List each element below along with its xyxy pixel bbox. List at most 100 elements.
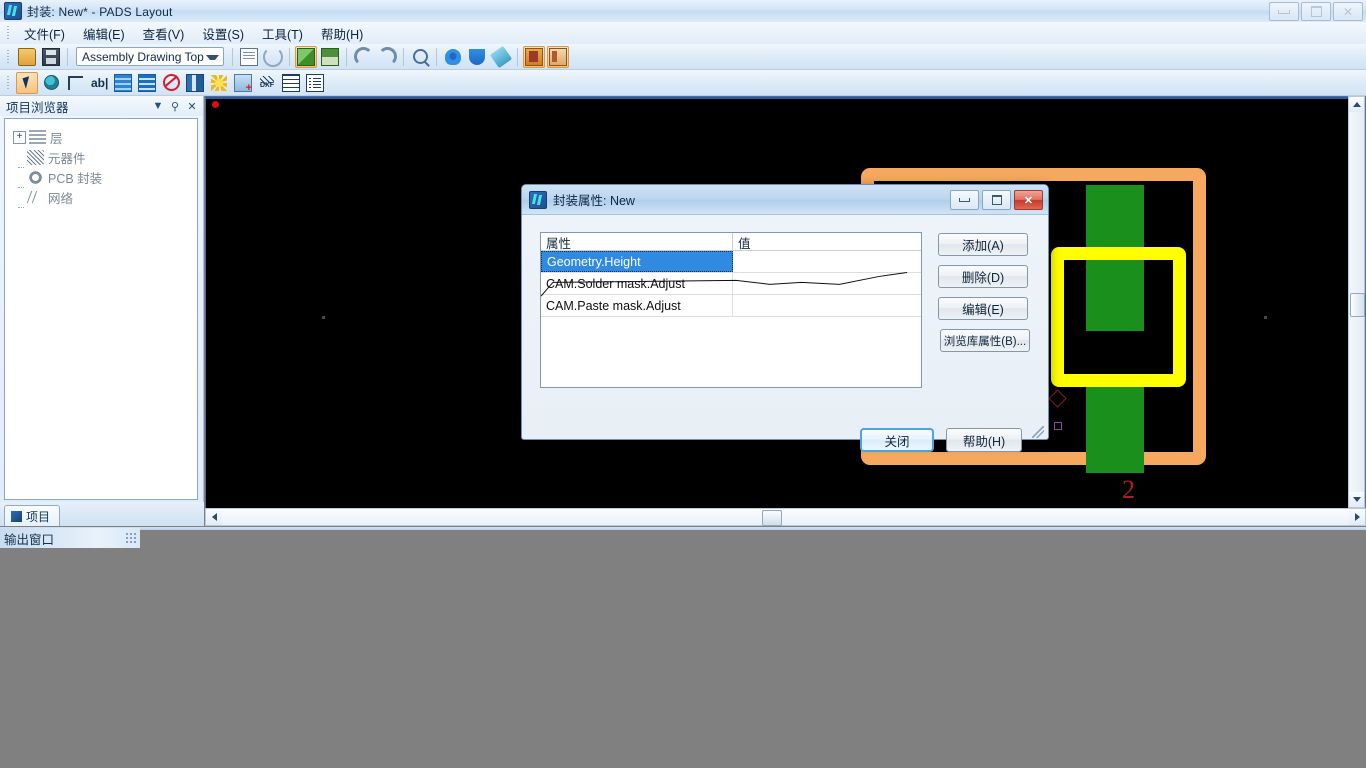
minimize-button[interactable] xyxy=(1269,2,1299,21)
maximize-button[interactable] xyxy=(1301,2,1331,21)
properties-button[interactable] xyxy=(238,46,260,68)
grid-icon xyxy=(282,73,300,92)
menu-file[interactable]: 文件(F) xyxy=(15,22,74,45)
project-browser-tree: + 层 元器件 PCB 封装 网络 xyxy=(4,118,198,500)
save-file-icon xyxy=(42,47,60,66)
redraw-button[interactable] xyxy=(489,45,513,68)
output-window-grip[interactable] xyxy=(125,532,136,543)
close-dialog-button[interactable]: 关闭 xyxy=(860,428,934,452)
attribute-value[interactable] xyxy=(733,251,921,272)
no-entry-button[interactable] xyxy=(160,72,182,94)
library-button[interactable] xyxy=(184,72,206,94)
toolbar-separator xyxy=(289,47,290,66)
pan-button[interactable] xyxy=(442,46,464,68)
vertical-scrollbar[interactable] xyxy=(1348,96,1365,508)
menu-help[interactable]: 帮助(H) xyxy=(312,22,372,45)
spin-button[interactable] xyxy=(40,72,62,94)
open-file-button[interactable] xyxy=(16,46,38,68)
menu-setup[interactable]: 设置(S) xyxy=(193,22,253,45)
pour-manager-icon xyxy=(297,47,315,66)
tree-item-layers[interactable]: + 层 xyxy=(13,127,197,147)
menu-edit[interactable]: 编辑(E) xyxy=(74,22,134,45)
close-button[interactable]: ✕ xyxy=(1333,2,1363,21)
text-tool-button[interactable]: ab| xyxy=(88,72,110,94)
scroll-down-button[interactable] xyxy=(1349,492,1364,507)
edit-attribute-button[interactable]: 编辑(E) xyxy=(938,297,1028,320)
dialog-window-controls: ✕ xyxy=(950,190,1043,210)
attribute-name: CAM.Paste mask.Adjust xyxy=(541,295,733,316)
select-tool-button[interactable] xyxy=(16,71,38,94)
table-row[interactable]: CAM.Solder mask.Adjust xyxy=(541,273,921,295)
save-file-button[interactable] xyxy=(40,46,62,68)
tree-item-components[interactable]: 元器件 xyxy=(13,147,197,168)
attribute-name: Geometry.Height xyxy=(541,251,733,272)
table-row[interactable]: Geometry.Height xyxy=(541,251,921,273)
grid-dot xyxy=(322,316,325,319)
layer-bars-alt-button[interactable] xyxy=(136,72,158,94)
horizontal-scroll-thumb[interactable] xyxy=(762,510,782,526)
tab-project[interactable]: 项目 xyxy=(4,505,61,526)
plane-layer-button[interactable] xyxy=(319,46,341,68)
layer-bars-icon xyxy=(114,73,132,92)
dialog-close-button[interactable]: ✕ xyxy=(1014,190,1043,210)
delete-attribute-button[interactable]: 删除(D) xyxy=(938,265,1028,288)
project-browser-panel: 项目浏览器 ▼ ⚲ ✕ + 层 元器件 PCB 封装 网络 项目 xyxy=(0,96,204,526)
refresh-icon xyxy=(263,46,283,67)
toggle-browser-button[interactable] xyxy=(547,45,569,68)
grid-button[interactable] xyxy=(280,72,302,94)
toggle-panel-button[interactable] xyxy=(523,45,545,68)
scroll-left-button[interactable] xyxy=(206,509,222,525)
window-controls: ✕ xyxy=(1269,2,1363,21)
help-button[interactable]: 帮助(H) xyxy=(946,428,1022,452)
browser-menu-button[interactable]: ▼ xyxy=(151,99,165,113)
pour-manager-button[interactable] xyxy=(295,45,317,68)
pcb-decal-icon xyxy=(27,169,44,185)
zoom-button[interactable] xyxy=(409,46,431,68)
vertical-scroll-thumb[interactable] xyxy=(1350,293,1365,317)
layer-select[interactable]: Assembly Drawing Top xyxy=(76,47,224,66)
pin-icon[interactable]: ⚲ xyxy=(168,99,182,113)
chevron-down-icon xyxy=(1352,497,1361,502)
dxf-export-button[interactable]: DXF xyxy=(256,72,278,94)
attribute-value[interactable] xyxy=(733,273,921,294)
tree-item-nets[interactable]: 网络 xyxy=(13,187,197,208)
browse-library-properties-button[interactable]: 浏览库属性(B)... xyxy=(940,329,1030,352)
undo-icon xyxy=(353,47,373,66)
dialog-resize-grip[interactable] xyxy=(1032,426,1044,438)
menu-view[interactable]: 查看(V) xyxy=(134,22,194,45)
redraw-icon xyxy=(489,45,513,68)
rotate-view-button[interactable] xyxy=(466,46,488,68)
library-icon xyxy=(186,73,204,92)
output-window-bar[interactable]: 输出窗口 xyxy=(0,528,140,548)
dialog-title: 封装属性: New xyxy=(553,194,635,208)
dialog-minimize-button[interactable] xyxy=(950,190,979,210)
close-panel-button[interactable]: ✕ xyxy=(185,99,199,113)
tree-item-pcb-decals[interactable]: PCB 封装 xyxy=(13,167,197,188)
chevron-down-icon xyxy=(206,54,219,60)
undo-button[interactable] xyxy=(352,46,374,68)
list-button[interactable] xyxy=(304,72,326,94)
toolbar-grip[interactable] xyxy=(5,74,12,91)
redo-button[interactable] xyxy=(376,46,398,68)
measure-button[interactable] xyxy=(232,72,254,94)
scroll-right-button[interactable] xyxy=(1349,509,1365,525)
application-window: 封装: New* - PADS Layout ✕ 文件(F) 编辑(E) 查看(… xyxy=(0,0,1366,768)
pick-tool-button[interactable] xyxy=(64,72,86,94)
layer-bars-alt-icon xyxy=(138,73,156,92)
dialog-maximize-button[interactable] xyxy=(982,190,1011,210)
expand-icon[interactable]: + xyxy=(13,130,26,144)
rotate-view-icon xyxy=(469,48,485,65)
table-row[interactable]: CAM.Paste mask.Adjust xyxy=(541,295,921,317)
attribute-value[interactable] xyxy=(733,295,921,316)
menubar-grip[interactable] xyxy=(5,25,12,41)
layer-bars-button[interactable] xyxy=(112,72,134,94)
silkscreen-reference: 2 xyxy=(1122,475,1135,504)
horizontal-scrollbar[interactable] xyxy=(205,508,1366,526)
refresh-button[interactable] xyxy=(262,46,284,68)
flash-button[interactable] xyxy=(208,72,230,94)
add-attribute-button[interactable]: 添加(A) xyxy=(938,233,1028,256)
scroll-up-button[interactable] xyxy=(1349,97,1364,112)
menu-tools[interactable]: 工具(T) xyxy=(253,22,312,45)
attributes-table[interactable]: 属性 值 Geometry.Height CAM.Solder mask.Adj… xyxy=(540,232,922,388)
toolbar-grip[interactable] xyxy=(5,48,12,65)
